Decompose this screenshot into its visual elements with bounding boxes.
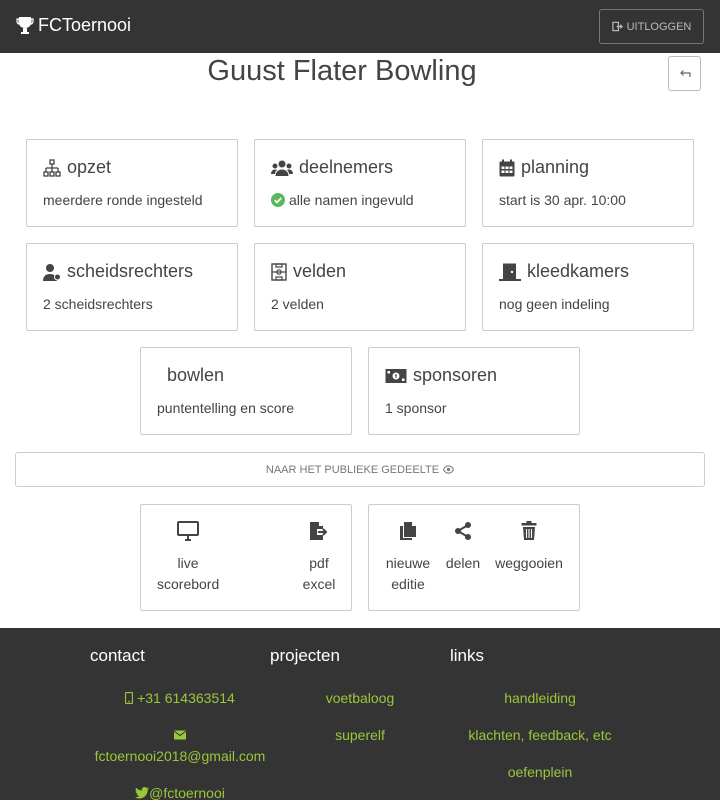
trophy-icon [16, 16, 34, 34]
card-subtitle: nog geen indeling [499, 296, 610, 312]
card-title: sponsoren [413, 365, 498, 385]
action-label-line2: editie [391, 576, 425, 592]
twitter-icon [135, 787, 150, 799]
card-opzet[interactable]: opzet meerdere ronde ingesteld [26, 139, 238, 227]
card-kleedkamers-header: kleedkamers [499, 261, 629, 282]
card-subtitle: meerdere ronde ingesteld [43, 192, 203, 208]
card-planning[interactable]: planning start is 30 apr. 10:00 [482, 139, 694, 227]
card-sponsoren-header: sponsoren [385, 365, 497, 386]
card-subtitle: start is 30 apr. 10:00 [499, 192, 626, 208]
brand-link[interactable]: FCToernooi [16, 15, 131, 36]
footer-link-manual[interactable]: handleiding [420, 688, 660, 709]
logout-label: UITLOGGEN [626, 20, 692, 33]
action-label-line2: scorebord [157, 576, 220, 592]
card-velden-header: velden [271, 261, 346, 282]
copy-icon [400, 522, 416, 540]
footer-twitter-link[interactable]: @fctoernooi [60, 783, 300, 800]
action-label-line1: pdf [309, 555, 329, 571]
public-section-label: NAAR HET PUBLIEKE GEDEELTE [265, 463, 440, 476]
card-title: opzet [67, 157, 112, 177]
card-deelnemers[interactable]: deelnemers alle namen ingevuld [254, 139, 466, 227]
footer-contact-heading: contact [90, 646, 145, 665]
card-bowlen[interactable]: bowlen puntentelling en score [140, 347, 352, 435]
card-opzet-header: opzet [43, 157, 111, 178]
calendar-icon [499, 159, 515, 176]
action-label: delen [445, 555, 481, 571]
card-title: scheidsrechters [67, 261, 194, 281]
footer: contact +31 614363514 fctoernooi2018@gma… [0, 628, 720, 800]
card-scheidsrechters[interactable]: scheidsrechters 2 scheidsrechters [26, 243, 238, 331]
file-export-icon [310, 522, 328, 540]
card-sponsoren[interactable]: sponsoren 1 sponsor [368, 347, 580, 435]
footer-link-feedback[interactable]: klachten, feedback, etc [420, 725, 660, 746]
card-title: deelnemers [299, 157, 394, 177]
referee-icon [43, 263, 61, 281]
envelope-icon [173, 730, 187, 740]
export-button[interactable]: pdf excel [299, 521, 339, 595]
footer-link-practice[interactable]: oefenplein [420, 762, 660, 783]
desktop-icon [177, 521, 199, 541]
brand-label: FCToernooi [38, 15, 132, 35]
eye-icon [443, 465, 455, 474]
card-subtitle: 2 scheidsrechters [43, 296, 153, 312]
card-title: velden [293, 261, 347, 281]
share-icon [455, 522, 471, 540]
trash-icon [521, 521, 537, 540]
action-label-line1: nieuwe [385, 555, 431, 571]
card-subtitle: puntentelling en score [157, 400, 294, 416]
card-subtitle: 1 sponsor [385, 400, 447, 416]
reply-icon [679, 69, 691, 77]
footer-twitter: @fctoernooi [149, 785, 225, 800]
card-deelnemers-header: deelnemers [271, 157, 393, 178]
card-planning-header: planning [499, 157, 589, 178]
sitemap-icon [43, 158, 61, 177]
back-button[interactable] [668, 56, 701, 91]
sign-out-icon [611, 21, 623, 32]
footer-email: fctoernooi2018@gmail.com [94, 748, 266, 764]
card-subtitle-row: alle namen ingevuld [271, 192, 414, 208]
card-title: kleedkamers [527, 261, 630, 281]
action-label: weggooien [495, 555, 563, 571]
action-group-view: live scorebord pdf excel [140, 504, 352, 611]
page-title: Guust Flater Bowling [207, 55, 477, 87]
footer-projects-heading: projecten [270, 646, 340, 665]
share-button[interactable]: delen [443, 521, 483, 574]
public-section-button[interactable]: NAAR HET PUBLIEKE GEDEELTE [15, 452, 705, 487]
card-subtitle: alle namen ingevuld [289, 192, 414, 208]
field-icon [271, 262, 287, 281]
card-bowlen-header: bowlen [167, 365, 224, 386]
card-subtitle: 2 velden [271, 296, 324, 312]
card-velden[interactable]: velden 2 velden [254, 243, 466, 331]
card-scheidsrechters-header: scheidsrechters [43, 261, 193, 282]
users-icon [271, 160, 293, 176]
action-label-line1: live [177, 555, 199, 571]
footer-links-heading: links [450, 646, 485, 665]
delete-button[interactable]: weggooien [493, 521, 565, 574]
money-icon [385, 368, 407, 383]
footer-phone: +31 614363514 [137, 690, 235, 706]
card-title: planning [521, 157, 590, 177]
navbar: FCToernooi UITLOGGEN [0, 0, 720, 53]
action-group-manage: nieuwe editie delen weggooien [368, 504, 580, 611]
new-edition-button[interactable]: nieuwe editie [383, 521, 433, 595]
live-scoreboard-button[interactable]: live scorebord [157, 521, 219, 595]
logout-button[interactable]: UITLOGGEN [599, 9, 704, 44]
card-kleedkamers[interactable]: kleedkamers nog geen indeling [482, 243, 694, 331]
check-circle-icon [271, 193, 285, 207]
action-label-line2: excel [302, 576, 336, 592]
mobile-icon [125, 691, 134, 705]
card-title: bowlen [167, 365, 225, 385]
door-icon [499, 263, 521, 281]
